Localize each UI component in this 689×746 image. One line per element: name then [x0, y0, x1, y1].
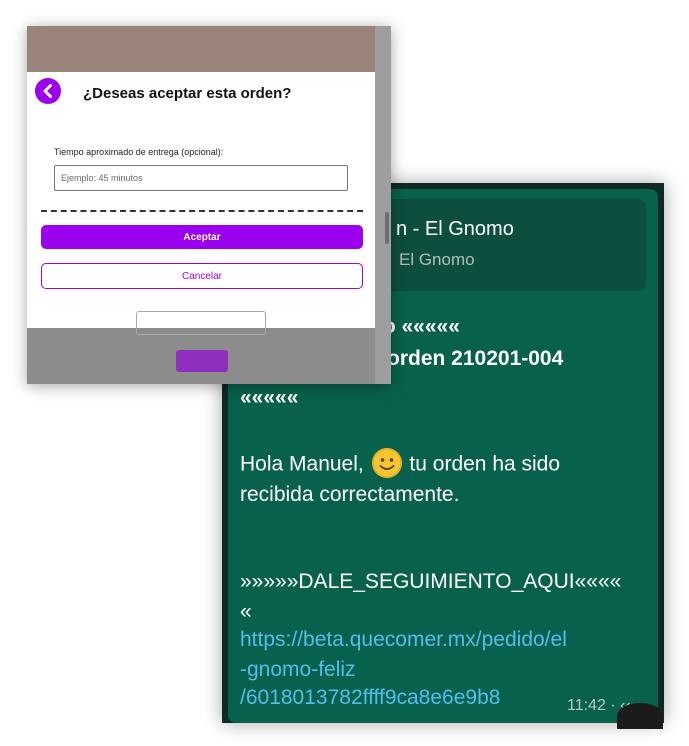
order-link-line-3[interactable]: /6018013782ffff9ca8e6e9b8 — [240, 686, 500, 710]
greeting-text-after: tu orden ha sido — [409, 452, 561, 476]
accept-order-modal: ¿Deseas aceptar esta orden? Tiempo aprox… — [27, 72, 375, 328]
delivery-time-label: Tiempo aproximado de entrega (opcional): — [54, 147, 224, 157]
back-button[interactable] — [35, 78, 61, 104]
message-line-3: ««««« — [240, 386, 299, 409]
follow-up-line: »»»»»DALE_SEGUIMIENTO_AQUI«««« — [240, 570, 622, 593]
accept-button[interactable]: Aceptar — [41, 225, 363, 249]
scrollbar-track[interactable] — [375, 26, 391, 384]
quoted-message-title: n - El Gnomo — [396, 218, 514, 240]
message-line-order: orden 210201-004 — [387, 347, 564, 370]
chevron-left-icon — [43, 84, 52, 98]
order-link-line-1[interactable]: https://beta.quecomer.mx/pedido/el — [240, 628, 567, 652]
follow-up-line-2: « — [240, 600, 252, 623]
background-button-outline — [136, 311, 266, 335]
order-link-line-2[interactable]: -gnomo-feliz — [240, 658, 356, 682]
background-button — [176, 350, 228, 372]
message-greeting: Hola Manuel, tu orden ha sido — [240, 448, 561, 480]
cancel-button[interactable]: Cancelar — [41, 263, 363, 289]
quoted-message-subtitle: El Gnomo — [399, 250, 475, 269]
message-greeting-line2: recibida correctamente. — [240, 483, 460, 506]
background-content — [27, 26, 391, 72]
modal-title: ¿Deseas aceptar esta orden? — [83, 85, 292, 102]
delivery-time-input[interactable] — [54, 165, 348, 191]
scroll-down-button[interactable] — [617, 703, 663, 729]
accept-order-dialog-screenshot: ¿Deseas aceptar esta orden? Tiempo aprox… — [27, 26, 391, 384]
scrollbar-thumb[interactable] — [385, 212, 389, 244]
smiling-face-icon — [371, 448, 402, 478]
dashed-divider — [41, 210, 363, 212]
greeting-text: Hola Manuel, — [240, 452, 364, 476]
